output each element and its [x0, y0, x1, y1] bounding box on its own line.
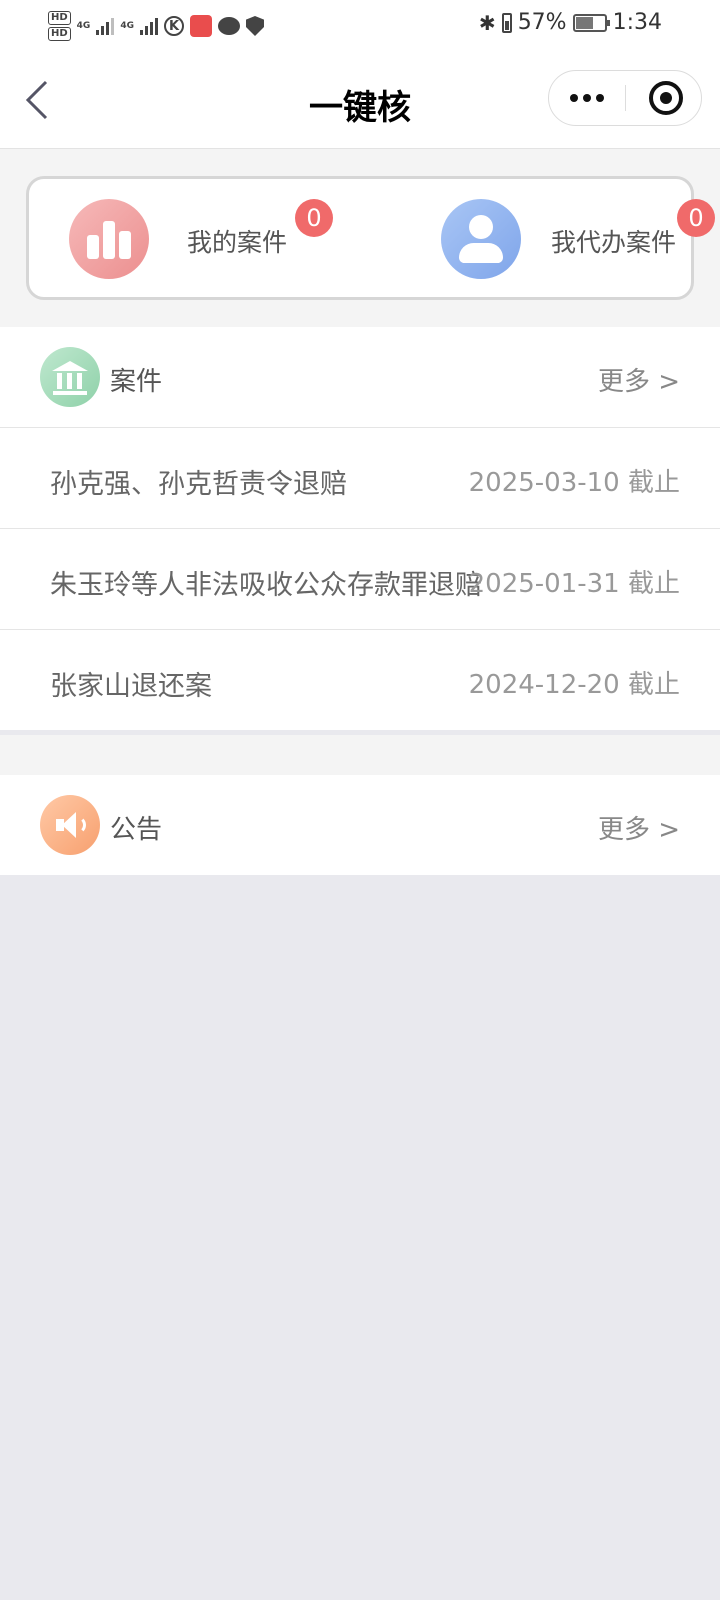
- shortcut-area: 我的案件 0 我代办案件 0: [0, 149, 720, 327]
- status-right-icons: ✱ 57% 1:34: [479, 10, 662, 35]
- shield-icon: [245, 16, 264, 36]
- notices-header: 公告 更多 >: [0, 775, 720, 875]
- shop-app-icon: [189, 15, 212, 37]
- cases-header: 案件 更多 >: [0, 327, 720, 428]
- signal-bars-icon: [96, 17, 115, 35]
- mini-program-capsule: [548, 70, 702, 126]
- case-title: 孙克强、孙克哲责令退赔: [50, 469, 347, 500]
- dot-icon: [583, 94, 591, 102]
- small-battery-icon: [501, 12, 512, 33]
- cases-section: 案件 更多 > 孙克强、孙克哲责令退赔 2025-03-10 截止 朱玉玲等人非…: [0, 327, 720, 730]
- case-title: 朱玉玲等人非法吸收公众存款罪退赔: [50, 570, 482, 601]
- dot-icon: [596, 94, 604, 102]
- hd-icon: HD HD: [48, 11, 71, 41]
- user-icon[interactable]: [441, 199, 521, 279]
- proxy-cases-badge: 0: [677, 199, 715, 237]
- case-deadline: 2025-01-31 截止: [468, 569, 680, 599]
- more-menu-button[interactable]: [549, 71, 625, 125]
- chat-bubble-icon: [217, 17, 240, 35]
- status-bar: HD HD 4G 4G K ✱ 57% 1:34: [0, 0, 720, 52]
- my-cases-label[interactable]: 我的案件: [187, 223, 287, 259]
- clock: 1:34: [612, 10, 662, 35]
- my-cases-badge: 0: [295, 199, 333, 237]
- bluetooth-icon: ✱: [478, 10, 496, 35]
- battery-icon: [572, 13, 610, 32]
- notices-more-link[interactable]: 更多 >: [598, 809, 680, 846]
- signal-label-1: 4G: [76, 21, 91, 31]
- case-deadline: 2025-03-10 截止: [468, 468, 680, 498]
- proxy-cases-label[interactable]: 我代办案件: [551, 223, 676, 259]
- section-gap: [0, 735, 720, 775]
- case-row[interactable]: 张家山退还案 2024-12-20 截止: [0, 630, 720, 730]
- capsule-divider: [625, 85, 626, 111]
- notices-section: 公告 更多 >: [0, 775, 720, 875]
- cases-title: 案件: [110, 367, 163, 397]
- cases-more-link[interactable]: 更多 >: [598, 361, 680, 398]
- k-app-icon: K: [163, 16, 184, 36]
- case-row[interactable]: 孙克强、孙克哲责令退赔 2025-03-10 截止: [0, 428, 720, 529]
- bar-chart-icon[interactable]: [69, 199, 149, 279]
- navigation-bar: 一键核: [0, 52, 720, 149]
- bank-icon: [40, 347, 100, 407]
- dot-icon: [570, 94, 578, 102]
- case-row[interactable]: 朱玉玲等人非法吸收公众存款罪退赔 2025-01-31 截止: [0, 529, 720, 630]
- case-title: 张家山退还案: [50, 671, 212, 702]
- speaker-icon: [40, 795, 100, 855]
- case-deadline: 2024-12-20 截止: [468, 670, 680, 700]
- shortcut-card: 我的案件 0 我代办案件 0: [26, 176, 715, 300]
- notices-title: 公告: [110, 815, 163, 845]
- close-target-icon[interactable]: [649, 81, 683, 115]
- status-left-icons: HD HD 4G 4G K: [48, 6, 264, 46]
- signal-label-2: 4G: [120, 21, 134, 31]
- battery-percent: 57%: [517, 10, 567, 35]
- signal-bars-2-icon: [139, 17, 158, 35]
